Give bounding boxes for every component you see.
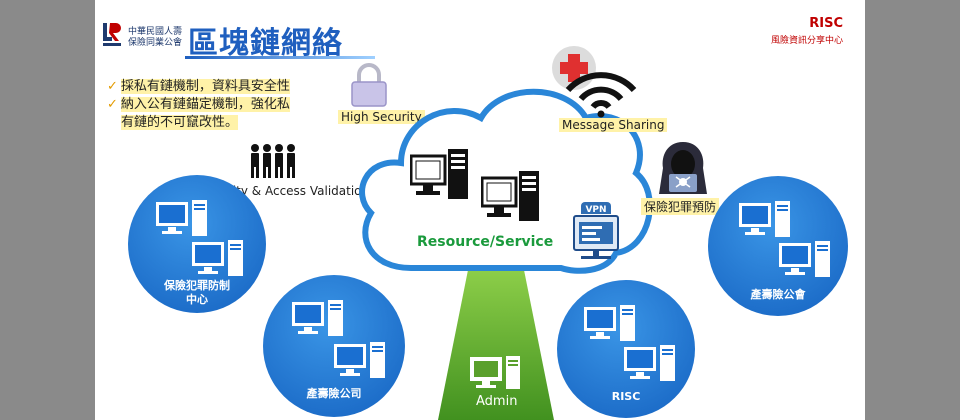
admin-label: Admin — [476, 394, 518, 409]
node-label: 產壽險公司 — [306, 387, 362, 400]
lr-logo — [103, 23, 121, 46]
slide: 中華民國人壽 保險同業公會 區塊鏈網絡 RISC 風險資訊分享中心 ✓ 採私有鏈機… — [95, 0, 865, 420]
cloud-computer-icon — [481, 171, 539, 221]
crime-prevention-label: 保險犯罪預防 — [641, 198, 720, 215]
node-crime-prevention-center: 保險犯罪防制 中心 — [128, 175, 266, 313]
cloud-computer-icon — [410, 149, 468, 199]
node-computer-icon — [739, 201, 790, 237]
vpn-text: VPN — [585, 205, 606, 215]
vpn-icon: VPN — [573, 202, 619, 259]
risc-subtitle: 風險資訊分享中心 — [770, 36, 843, 46]
bullet-item-2: ✓ 納入公有鏈錨定機制，強化私 — [107, 97, 290, 112]
org-line2: 保險同業公會 — [128, 38, 183, 48]
bullet-item-1: ✓ 採私有鏈機制，資料具安全性 — [107, 79, 290, 94]
org-name: 中華民國人壽 保險同業公會 — [128, 27, 182, 49]
message-sharing-icon — [552, 46, 637, 118]
hacker-icon — [659, 142, 707, 194]
risc-header: RISC 風險資訊分享中心 — [771, 16, 843, 46]
node-label: RISC — [611, 390, 641, 403]
node-computer-icon — [292, 300, 343, 336]
bullet-item-2-cont: 有鏈的不可竄改性。 — [121, 115, 239, 130]
node-label: 保險犯罪防制 中心 — [164, 279, 230, 306]
check-icon: ✓ — [107, 97, 118, 112]
node-computer-icon — [334, 342, 385, 378]
node-computer-icon — [192, 240, 243, 276]
node-risc: RISC — [557, 280, 695, 418]
risc-title: RISC — [809, 16, 843, 31]
node-computer-icon — [779, 241, 830, 277]
node-life-company: 產壽險公司 — [263, 275, 405, 417]
org-line1: 中華民國人壽 — [128, 27, 183, 37]
message-sharing-label: Message Sharing — [559, 118, 668, 132]
title-underline — [185, 56, 375, 59]
admin-computer-icon — [470, 356, 520, 389]
node-label: 產壽險公會 — [750, 288, 806, 301]
people-icon — [251, 144, 295, 178]
node-computer-icon — [584, 305, 635, 341]
bullet-list: ✓ 採私有鏈機制，資料具安全性 ✓ 納入公有鏈錨定機制，強化私 有鏈的不可竄改性。 — [107, 78, 290, 132]
resource-service-label: Resource/Service — [417, 234, 554, 250]
check-icon: ✓ — [107, 79, 118, 94]
node-association: 產壽險公會 — [708, 176, 848, 316]
node-computer-icon — [624, 345, 675, 381]
node-computer-icon — [156, 200, 207, 236]
